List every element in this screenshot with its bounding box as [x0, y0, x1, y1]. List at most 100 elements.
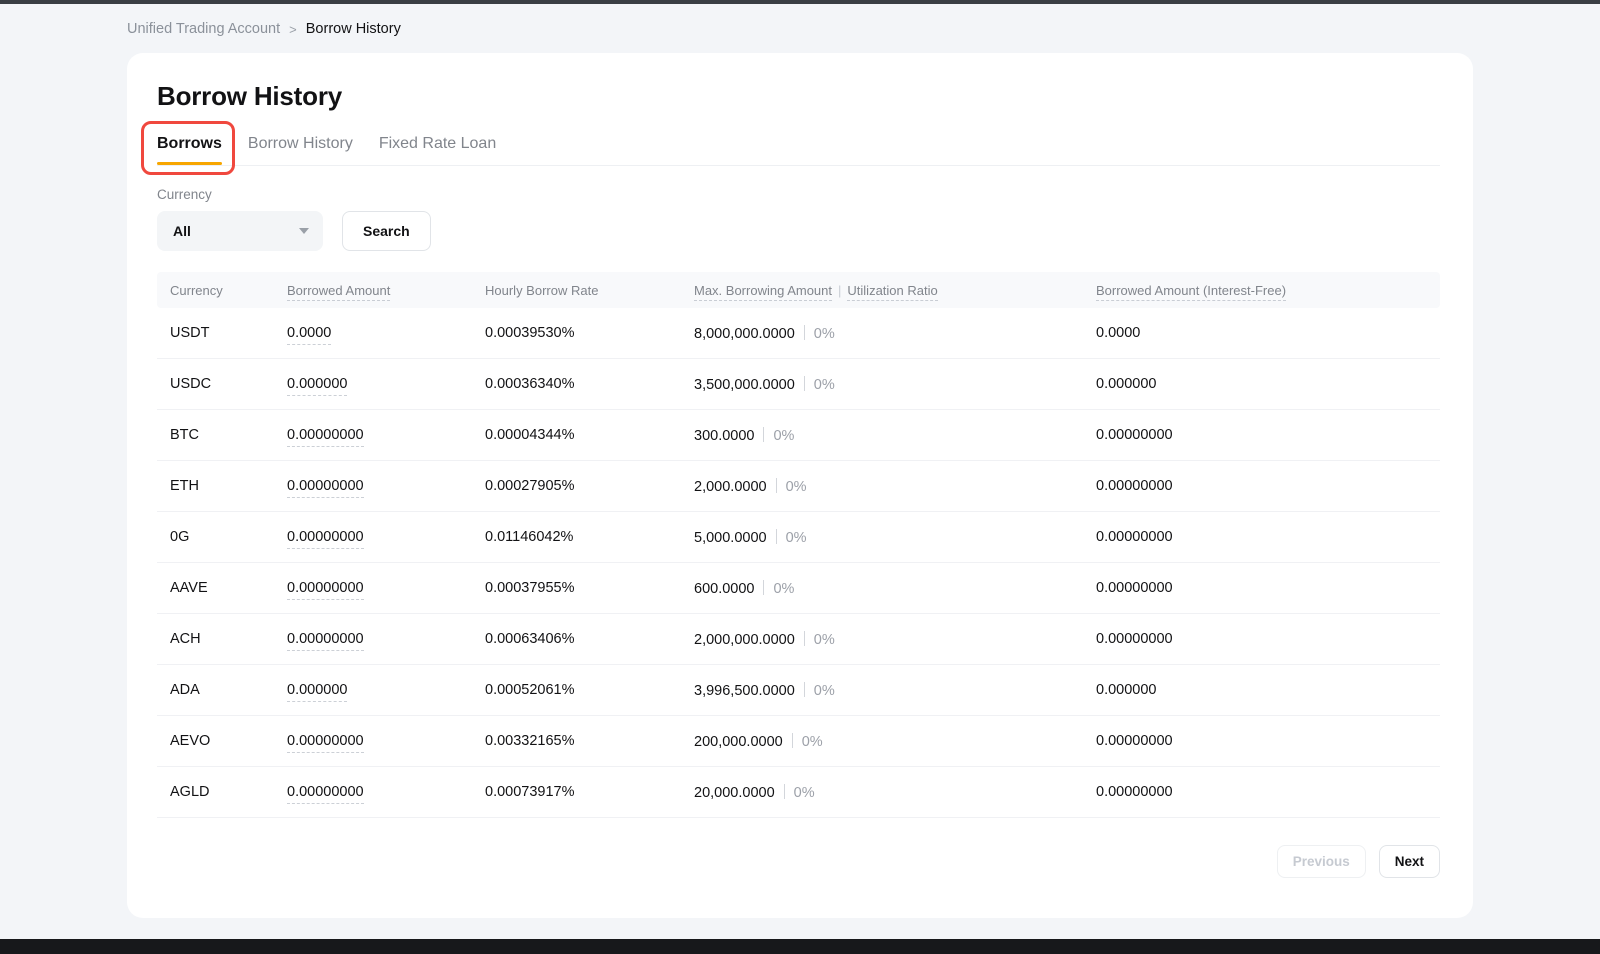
tab-borrows-label: Borrows [157, 135, 222, 152]
cell-interest-free: 0.00000000 [1096, 784, 1440, 800]
table-row: AEVO 0.00000000 0.00332165% 200,000.0000… [157, 716, 1440, 767]
active-tab-underline [157, 162, 222, 165]
cell-hourly-borrow-rate: 0.00052061% [485, 682, 694, 698]
value-separator [804, 376, 805, 391]
breadcrumb-link-unified-trading-account[interactable]: Unified Trading Account [127, 21, 280, 37]
cell-max-borrowing-utilization: 200,000.00000% [694, 733, 1096, 750]
header-interest-free[interactable]: Borrowed Amount (Interest-Free) [1096, 283, 1440, 298]
cell-borrowed-amount[interactable]: 0.00000000 [287, 478, 485, 494]
table-row: 0G 0.00000000 0.01146042% 5,000.00000% 0… [157, 512, 1440, 563]
cell-currency: ETH [157, 478, 287, 494]
header-separator: | [838, 283, 841, 298]
cell-hourly-borrow-rate: 0.01146042% [485, 529, 694, 545]
cell-currency: ACH [157, 631, 287, 647]
header-max-borrowing-utilization[interactable]: Max. Borrowing Amount|Utilization Ratio [694, 283, 1096, 298]
cell-currency: 0G [157, 529, 287, 545]
header-currency: Currency [157, 283, 287, 298]
cell-hourly-borrow-rate: 0.00063406% [485, 631, 694, 647]
cell-borrowed-amount[interactable]: 0.00000000 [287, 580, 485, 596]
tab-bar: Borrows Borrow History Fixed Rate Loan [157, 135, 1440, 166]
breadcrumb-current: Borrow History [306, 21, 401, 37]
value-separator [804, 631, 805, 646]
cell-max-borrowing-utilization: 2,000.00000% [694, 478, 1096, 495]
breadcrumb: Unified Trading Account > Borrow History [127, 21, 1600, 37]
cell-interest-free: 0.00000000 [1096, 733, 1440, 749]
filter-row: All Search [157, 211, 1440, 251]
cell-hourly-borrow-rate: 0.00073917% [485, 784, 694, 800]
cell-currency: BTC [157, 427, 287, 443]
cell-hourly-borrow-rate: 0.00332165% [485, 733, 694, 749]
table-row: AAVE 0.00000000 0.00037955% 600.00000% 0… [157, 563, 1440, 614]
breadcrumb-separator-icon: > [289, 22, 297, 37]
next-page-button[interactable]: Next [1379, 845, 1440, 878]
cell-interest-free: 0.00000000 [1096, 427, 1440, 443]
tab-fixed-rate-loan[interactable]: Fixed Rate Loan [379, 135, 496, 165]
tab-borrow-history-label: Borrow History [248, 135, 353, 152]
header-hourly-borrow-rate: Hourly Borrow Rate [485, 283, 694, 298]
cell-max-borrowing-utilization: 300.00000% [694, 427, 1096, 444]
table-row: AGLD 0.00000000 0.00073917% 20,000.00000… [157, 767, 1440, 818]
cell-interest-free: 0.000000 [1096, 682, 1440, 698]
cell-hourly-borrow-rate: 0.00037955% [485, 580, 694, 596]
cell-interest-free: 0.00000000 [1096, 631, 1440, 647]
currency-select[interactable]: All [157, 211, 323, 251]
table-row: ETH 0.00000000 0.00027905% 2,000.00000% … [157, 461, 1440, 512]
table-row: USDC 0.000000 0.00036340% 3,500,000.0000… [157, 359, 1440, 410]
cell-borrowed-amount[interactable]: 0.000000 [287, 682, 485, 698]
cell-currency: USDC [157, 376, 287, 392]
cell-max-borrowing-utilization: 600.00000% [694, 580, 1096, 597]
cell-hourly-borrow-rate: 0.00004344% [485, 427, 694, 443]
value-separator [776, 478, 777, 493]
cell-hourly-borrow-rate: 0.00036340% [485, 376, 694, 392]
cell-max-borrowing-utilization: 5,000.00000% [694, 529, 1096, 546]
cell-borrowed-amount[interactable]: 0.000000 [287, 376, 485, 392]
table-row: USDT 0.0000 0.00039530% 8,000,000.00000%… [157, 308, 1440, 359]
cell-interest-free: 0.000000 [1096, 376, 1440, 392]
cell-max-borrowing-utilization: 2,000,000.00000% [694, 631, 1096, 648]
tab-borrows[interactable]: Borrows [157, 135, 222, 165]
cell-currency: AGLD [157, 784, 287, 800]
search-button[interactable]: Search [342, 211, 431, 251]
value-separator [792, 733, 793, 748]
pagination: Previous Next [157, 845, 1440, 878]
value-separator [763, 427, 764, 442]
value-separator [804, 682, 805, 697]
page-title: Borrow History [157, 81, 1440, 112]
value-separator [763, 580, 764, 595]
cell-currency: USDT [157, 325, 287, 341]
table-row: BTC 0.00000000 0.00004344% 300.00000% 0.… [157, 410, 1440, 461]
header-borrowed-amount[interactable]: Borrowed Amount [287, 283, 485, 298]
currency-filter-label: Currency [157, 187, 1440, 202]
tab-borrow-history[interactable]: Borrow History [248, 135, 353, 165]
borrows-table: Currency Borrowed Amount Hourly Borrow R… [157, 272, 1440, 818]
table-row: ADA 0.000000 0.00052061% 3,996,500.00000… [157, 665, 1440, 716]
cell-currency: ADA [157, 682, 287, 698]
cell-max-borrowing-utilization: 3,996,500.00000% [694, 682, 1096, 699]
value-separator [784, 784, 785, 799]
cell-borrowed-amount[interactable]: 0.0000 [287, 325, 485, 341]
cell-currency: AAVE [157, 580, 287, 596]
cell-borrowed-amount[interactable]: 0.00000000 [287, 784, 485, 800]
table-body: USDT 0.0000 0.00039530% 8,000,000.00000%… [157, 308, 1440, 818]
cell-borrowed-amount[interactable]: 0.00000000 [287, 529, 485, 545]
top-bar [0, 0, 1600, 4]
cell-interest-free: 0.00000000 [1096, 478, 1440, 494]
cell-borrowed-amount[interactable]: 0.00000000 [287, 733, 485, 749]
tab-fixed-rate-loan-label: Fixed Rate Loan [379, 135, 496, 152]
table-row: ACH 0.00000000 0.00063406% 2,000,000.000… [157, 614, 1440, 665]
value-separator [776, 529, 777, 544]
value-separator [804, 325, 805, 340]
cell-interest-free: 0.00000000 [1096, 529, 1440, 545]
bottom-bar [0, 939, 1600, 954]
borrow-history-card: Borrow History Borrows Borrow History Fi… [127, 53, 1473, 918]
cell-borrowed-amount[interactable]: 0.00000000 [287, 427, 485, 443]
cell-borrowed-amount[interactable]: 0.00000000 [287, 631, 485, 647]
currency-select-value: All [173, 223, 191, 239]
chevron-down-icon [299, 228, 309, 234]
previous-page-button[interactable]: Previous [1277, 845, 1366, 878]
cell-interest-free: 0.0000 [1096, 325, 1440, 341]
cell-hourly-borrow-rate: 0.00027905% [485, 478, 694, 494]
cell-currency: AEVO [157, 733, 287, 749]
table-header-row: Currency Borrowed Amount Hourly Borrow R… [157, 272, 1440, 308]
cell-hourly-borrow-rate: 0.00039530% [485, 325, 694, 341]
